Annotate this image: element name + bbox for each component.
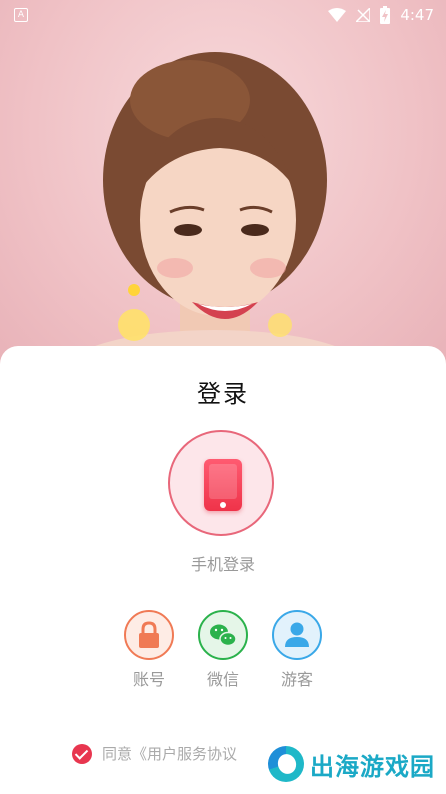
watermark-text: 出海游戏园 — [310, 752, 435, 781]
phone-login-button[interactable] — [168, 430, 274, 536]
wechat-icon — [210, 624, 237, 647]
user-icon — [285, 622, 309, 647]
app-notification-icon: A — [14, 8, 28, 22]
lock-icon — [139, 621, 159, 648]
wifi-icon — [328, 8, 347, 22]
wechat-login-button[interactable] — [198, 610, 248, 660]
hero-photo: A 4:47 — [0, 0, 446, 370]
agreement-checkbox[interactable] — [72, 743, 92, 764]
account-login-label: 账号 — [132, 670, 165, 689]
phone-login-label: 手机登录 — [190, 555, 255, 574]
watermark-logo-icon — [268, 746, 304, 782]
agreement-row: 同意《用户服务协议 — [72, 743, 237, 764]
login-title: 登录 — [197, 380, 249, 408]
guest-login-label: 游客 — [280, 670, 313, 689]
status-time: 4:47 — [400, 6, 434, 24]
agreement-text[interactable]: 同意《用户服务协议 — [102, 743, 237, 764]
portrait-illustration — [65, 52, 365, 370]
account-login-button[interactable] — [124, 610, 174, 660]
wechat-login-label: 微信 — [206, 670, 239, 689]
guest-login-button[interactable] — [272, 610, 322, 660]
login-sheet: 登录 手机登录 账号 微信 游客 同意《用户服务协议 — [0, 346, 446, 794]
status-bar: A 4:47 — [0, 0, 446, 32]
no-signal-icon — [356, 8, 371, 22]
phone-icon — [204, 459, 242, 511]
battery-charging-icon — [380, 6, 391, 24]
watermark: 出海游戏园 — [268, 746, 435, 782]
